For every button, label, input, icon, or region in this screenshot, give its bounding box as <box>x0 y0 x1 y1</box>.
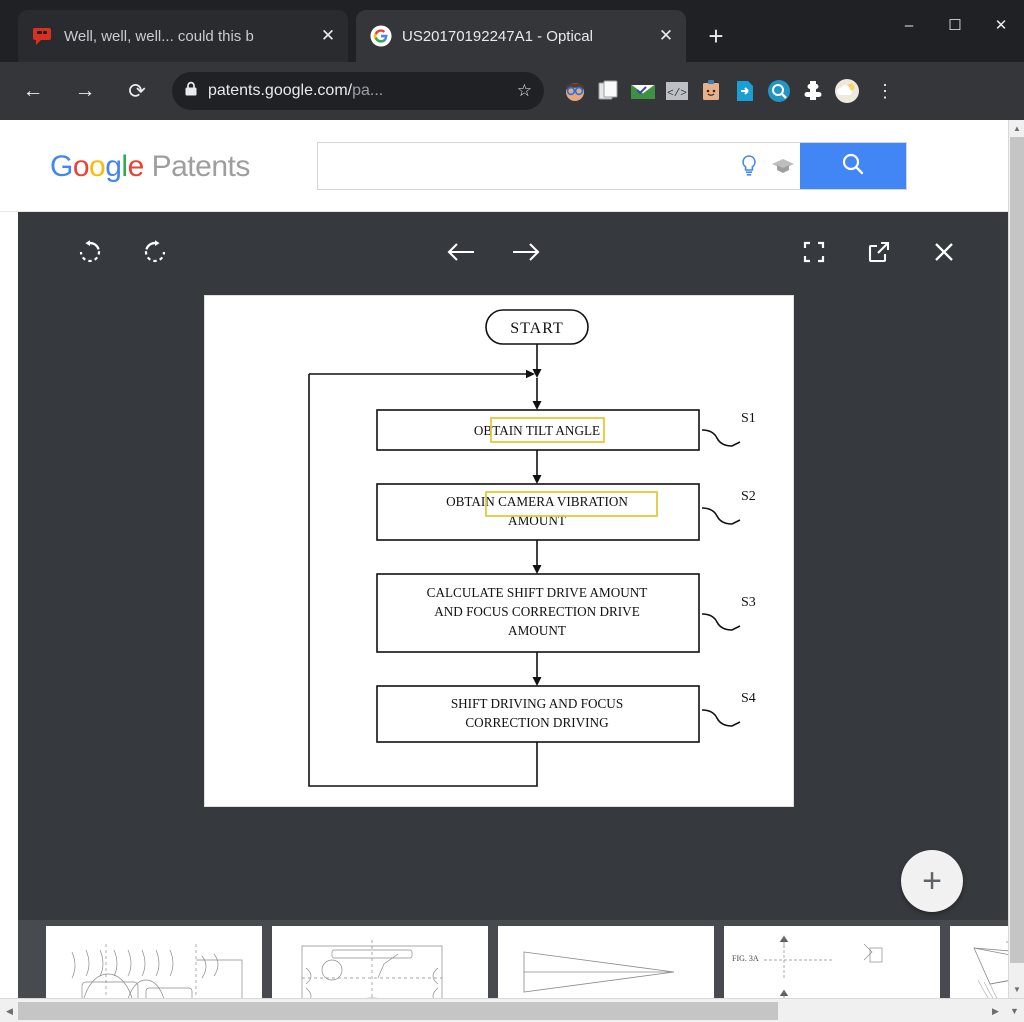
rotate-right-icon[interactable] <box>135 232 175 272</box>
vertical-scrollbar[interactable]: ▲ ▼ <box>1008 120 1024 998</box>
new-tab-button[interactable]: + <box>700 21 732 53</box>
logo-letter: o <box>72 150 90 183</box>
glasses-avatar-icon[interactable] <box>560 76 590 106</box>
close-window-button[interactable]: ✕ <box>978 0 1024 50</box>
thumbnail-figure-2[interactable]: FIG. 2A FIG. 2B <box>498 926 714 998</box>
image-viewer: START OBTAIN TILT ANGLE S1 OBTAIN CAMERA… <box>18 212 1008 998</box>
google-patents-logo[interactable]: Google Patents <box>50 150 250 184</box>
puzzle-piece-icon[interactable] <box>798 76 828 106</box>
url-domain: patents.google.com/ <box>208 82 353 99</box>
address-bar[interactable]: patents.google.com/pa... ☆ <box>172 72 544 110</box>
search-input[interactable] <box>318 143 732 189</box>
extensions-bar: </> <box>560 76 862 106</box>
tab-strip: Well, well, well... could this b ✕ US201… <box>0 0 1024 62</box>
logo-letter: G <box>50 150 73 183</box>
thumbnail-strip[interactable]: FIG. 1 FIG. 2A FIG. 2B <box>18 920 1008 998</box>
maximize-button[interactable]: ☐ <box>932 0 978 50</box>
flowchart-svg: START OBTAIN TILT ANGLE S1 OBTAIN CAMERA… <box>308 309 756 787</box>
zoom-in-button[interactable]: + <box>901 850 963 912</box>
weather-cloud-icon[interactable] <box>832 76 862 106</box>
patents-search-bar <box>317 142 907 190</box>
reload-button[interactable]: ⟳ <box>118 72 156 110</box>
node-s4-label-line2: CORRECTION DRIVING <box>465 715 609 730</box>
file-arrow-icon[interactable] <box>730 76 760 106</box>
browser-tab-active[interactable]: US20170192247A1 - Optical ✕ <box>356 10 686 62</box>
vertical-scrollbar-thumb[interactable] <box>1010 137 1024 963</box>
node-s3-step: S3 <box>741 595 756 610</box>
node-s3-label-line1: CALCULATE SHIFT DRIVE AMOUNT <box>427 585 648 600</box>
node-s4-label-line1: SHIFT DRIVING AND FOCUS <box>451 696 623 711</box>
node-s2-step: S2 <box>741 489 756 504</box>
rotate-left-icon[interactable] <box>70 232 110 272</box>
search-icon <box>840 151 866 182</box>
code-brackets-icon[interactable]: </> <box>662 76 692 106</box>
documents-icon[interactable] <box>594 76 624 106</box>
back-button[interactable]: ← <box>14 72 52 110</box>
thumb-drawing <box>973 941 1008 998</box>
thumb-drawing <box>523 951 675 993</box>
node-s1-step: S1 <box>741 411 756 426</box>
logo-letter: o <box>89 150 106 183</box>
node-s3-label-line3: AMOUNT <box>508 623 566 638</box>
open-in-new-icon[interactable] <box>859 232 899 272</box>
thumbnail-figure-4[interactable]: FIG. 4 <box>950 926 1008 998</box>
thumb-drawing <box>71 944 243 998</box>
tab-title: US20170192247A1 - Optical <box>402 27 593 45</box>
tab-close-icon[interactable]: ✕ <box>318 26 338 46</box>
three-dot-menu-icon[interactable]: ⋮ <box>872 82 898 100</box>
thumb-drawing <box>301 940 443 998</box>
horizontal-scrollbar[interactable]: ◀ ▶ ▼ <box>0 998 1024 1022</box>
window-controls: – ☐ ✕ <box>886 0 1024 50</box>
graduation-cap-icon[interactable] <box>766 143 800 189</box>
logo-letter: e <box>127 150 145 183</box>
tab-close-icon[interactable]: ✕ <box>656 26 676 46</box>
google-icon <box>370 25 392 47</box>
chat-bubble-icon <box>32 25 54 47</box>
next-image-button[interactable] <box>506 232 546 272</box>
logo-word: Patents <box>151 150 251 183</box>
search-button[interactable] <box>800 143 906 189</box>
viewer-toolbar <box>18 212 1008 290</box>
fullscreen-icon[interactable] <box>794 232 834 272</box>
clipboard-face-icon[interactable] <box>696 76 726 106</box>
tab-title: Well, well, well... could this b <box>64 27 254 45</box>
minimize-button[interactable]: – <box>886 0 932 50</box>
lock-icon <box>184 81 198 102</box>
logo-letter: g <box>105 150 122 183</box>
scroll-up-arrow[interactable]: ▲ <box>1009 120 1024 137</box>
close-viewer-icon[interactable] <box>924 232 964 272</box>
horizontal-scrollbar-thumb[interactable] <box>18 1002 778 1020</box>
node-start-label: START <box>510 320 563 337</box>
node-s4-shape <box>376 685 700 743</box>
viewer-stage: START OBTAIN TILT ANGLE S1 OBTAIN CAMERA… <box>18 290 1008 989</box>
scroll-down-arrow[interactable]: ▼ <box>1009 981 1024 998</box>
bookmark-star-icon[interactable]: ☆ <box>517 81 532 101</box>
svg-text:</>: </> <box>667 88 687 100</box>
scroll-corner-down-arrow[interactable]: ▼ <box>1006 1002 1023 1020</box>
scroll-right-arrow[interactable]: ▶ <box>987 1002 1004 1020</box>
node-s1-label: OBTAIN TILT ANGLE <box>474 423 600 438</box>
browser-toolbar: ← → ⟳ patents.google.com/pa... ☆ </> ⋮ <box>0 62 1024 120</box>
thumbnail-figure-1[interactable]: FIG. 1 <box>272 926 488 998</box>
browser-window: Well, well, well... could this b ✕ US201… <box>0 0 1024 1022</box>
thumbnail-caption-3a: FIG. 3A <box>732 954 759 963</box>
magnifier-circle-icon[interactable] <box>764 76 794 106</box>
node-s3-label-line2: AND FOCUS CORRECTION DRIVE <box>434 604 640 619</box>
url-truncated: pa... <box>352 82 384 99</box>
thumbnail-figure-1a[interactable] <box>46 926 262 998</box>
forward-button[interactable]: → <box>66 72 104 110</box>
page-viewport: Google Patents START OBTAIN TILT ANGLE S… <box>0 120 1008 998</box>
scroll-left-arrow[interactable]: ◀ <box>1 1002 18 1020</box>
url-text: patents.google.com/pa... <box>208 82 507 100</box>
lightbulb-icon[interactable] <box>732 143 766 189</box>
previous-image-button[interactable] <box>441 232 481 272</box>
patent-figure-image[interactable]: START OBTAIN TILT ANGLE S1 OBTAIN CAMERA… <box>204 295 794 807</box>
node-s2-label-line1: OBTAIN CAMERA VIBRATION <box>446 494 628 509</box>
node-s4-step: S4 <box>741 691 756 706</box>
google-patents-header: Google Patents <box>0 120 1008 212</box>
mail-check-icon[interactable] <box>628 76 658 106</box>
thumbnail-figure-3[interactable]: FIG. 3A FIG. 3B FIG. 3C <box>724 926 940 998</box>
browser-tab-inactive[interactable]: Well, well, well... could this b ✕ <box>18 10 348 62</box>
